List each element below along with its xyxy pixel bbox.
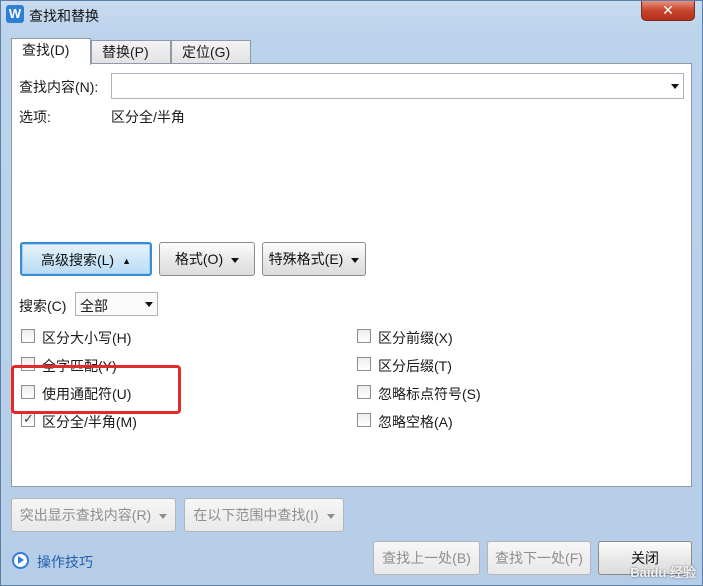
baidu-watermark-logo: Baidu 经验 <box>630 565 696 580</box>
match-suffix-label[interactable]: 区分后缀(T) <box>378 356 452 376</box>
match-case-checkbox[interactable] <box>21 329 35 343</box>
annotation-highlight-box <box>11 365 181 414</box>
search-direction-value: 全部 <box>80 298 108 314</box>
format-label: 格式(O) <box>174 251 224 267</box>
chevron-down-icon <box>326 513 335 519</box>
match-prefix-checkbox[interactable] <box>357 329 371 343</box>
chevron-down-icon <box>159 513 168 519</box>
tab-find[interactable]: 查找(D) <box>11 38 91 65</box>
chevron-down-icon[interactable] <box>671 84 679 89</box>
title-bar[interactable]: W 查找和替换 ✕ <box>1 1 702 29</box>
ignore-whitespace-checkbox[interactable] <box>357 413 371 427</box>
chevron-down-icon <box>231 257 240 263</box>
find-previous-button[interactable]: 查找上一处(B) <box>373 541 480 575</box>
chevron-down-icon[interactable] <box>145 302 153 307</box>
match-width-label[interactable]: 区分全/半角(M) <box>42 412 137 432</box>
find-tab-panel: 查找内容(N): 选项: 区分全/半角 高级搜索(L) ▲ 格式(O) 特殊格式(… <box>11 63 692 487</box>
advanced-search-label: 高级搜索(L) <box>40 252 115 268</box>
find-what-label: 查找内容(N): <box>19 79 99 95</box>
format-button[interactable]: 格式(O) <box>159 242 255 276</box>
tab-replace[interactable]: 替换(P) <box>91 40 171 64</box>
find-replace-dialog: W 查找和替换 ✕ 查找(D) 替换(P) 定位(G) 查找内容(N): 选项:… <box>0 0 703 586</box>
ignore-punctuation-checkbox[interactable] <box>357 385 371 399</box>
window-close-button[interactable]: ✕ <box>641 1 695 21</box>
special-format-label: 特殊格式(E) <box>268 251 344 267</box>
ignore-punctuation-label[interactable]: 忽略标点符号(S) <box>378 384 481 404</box>
options-summary: 区分全/半角 <box>111 109 185 125</box>
chevron-down-icon <box>351 257 360 263</box>
search-direction-select[interactable]: 全部 <box>75 292 158 316</box>
find-next-button[interactable]: 查找下一处(F) <box>487 541 591 575</box>
wps-app-icon: W <box>6 5 24 23</box>
find-what-input[interactable] <box>111 73 684 99</box>
search-direction-label: 搜索(C) <box>19 298 67 314</box>
highlight-results-label: 突出显示查找内容(R) <box>19 507 152 523</box>
find-in-button[interactable]: 在以下范围中查找(I) <box>184 498 344 532</box>
window-title: 查找和替换 <box>29 8 99 24</box>
chevron-up-icon: ▲ <box>122 256 132 267</box>
options-label: 选项: <box>19 109 51 125</box>
advanced-search-button[interactable]: 高级搜索(L) ▲ <box>20 242 152 276</box>
match-case-label[interactable]: 区分大小写(H) <box>42 328 131 348</box>
match-prefix-label[interactable]: 区分前缀(X) <box>378 328 453 348</box>
ignore-whitespace-label[interactable]: 忽略空格(A) <box>378 412 453 432</box>
match-suffix-checkbox[interactable] <box>357 357 371 371</box>
tips-link[interactable]: 操作技巧 <box>37 552 93 572</box>
highlight-results-button[interactable]: 突出显示查找内容(R) <box>11 498 176 532</box>
special-format-button[interactable]: 特殊格式(E) <box>262 242 366 276</box>
tab-goto[interactable]: 定位(G) <box>171 40 251 64</box>
play-circle-icon[interactable] <box>12 552 29 569</box>
find-in-label: 在以下范围中查找(I) <box>193 507 319 523</box>
match-width-checkbox[interactable] <box>21 411 35 427</box>
